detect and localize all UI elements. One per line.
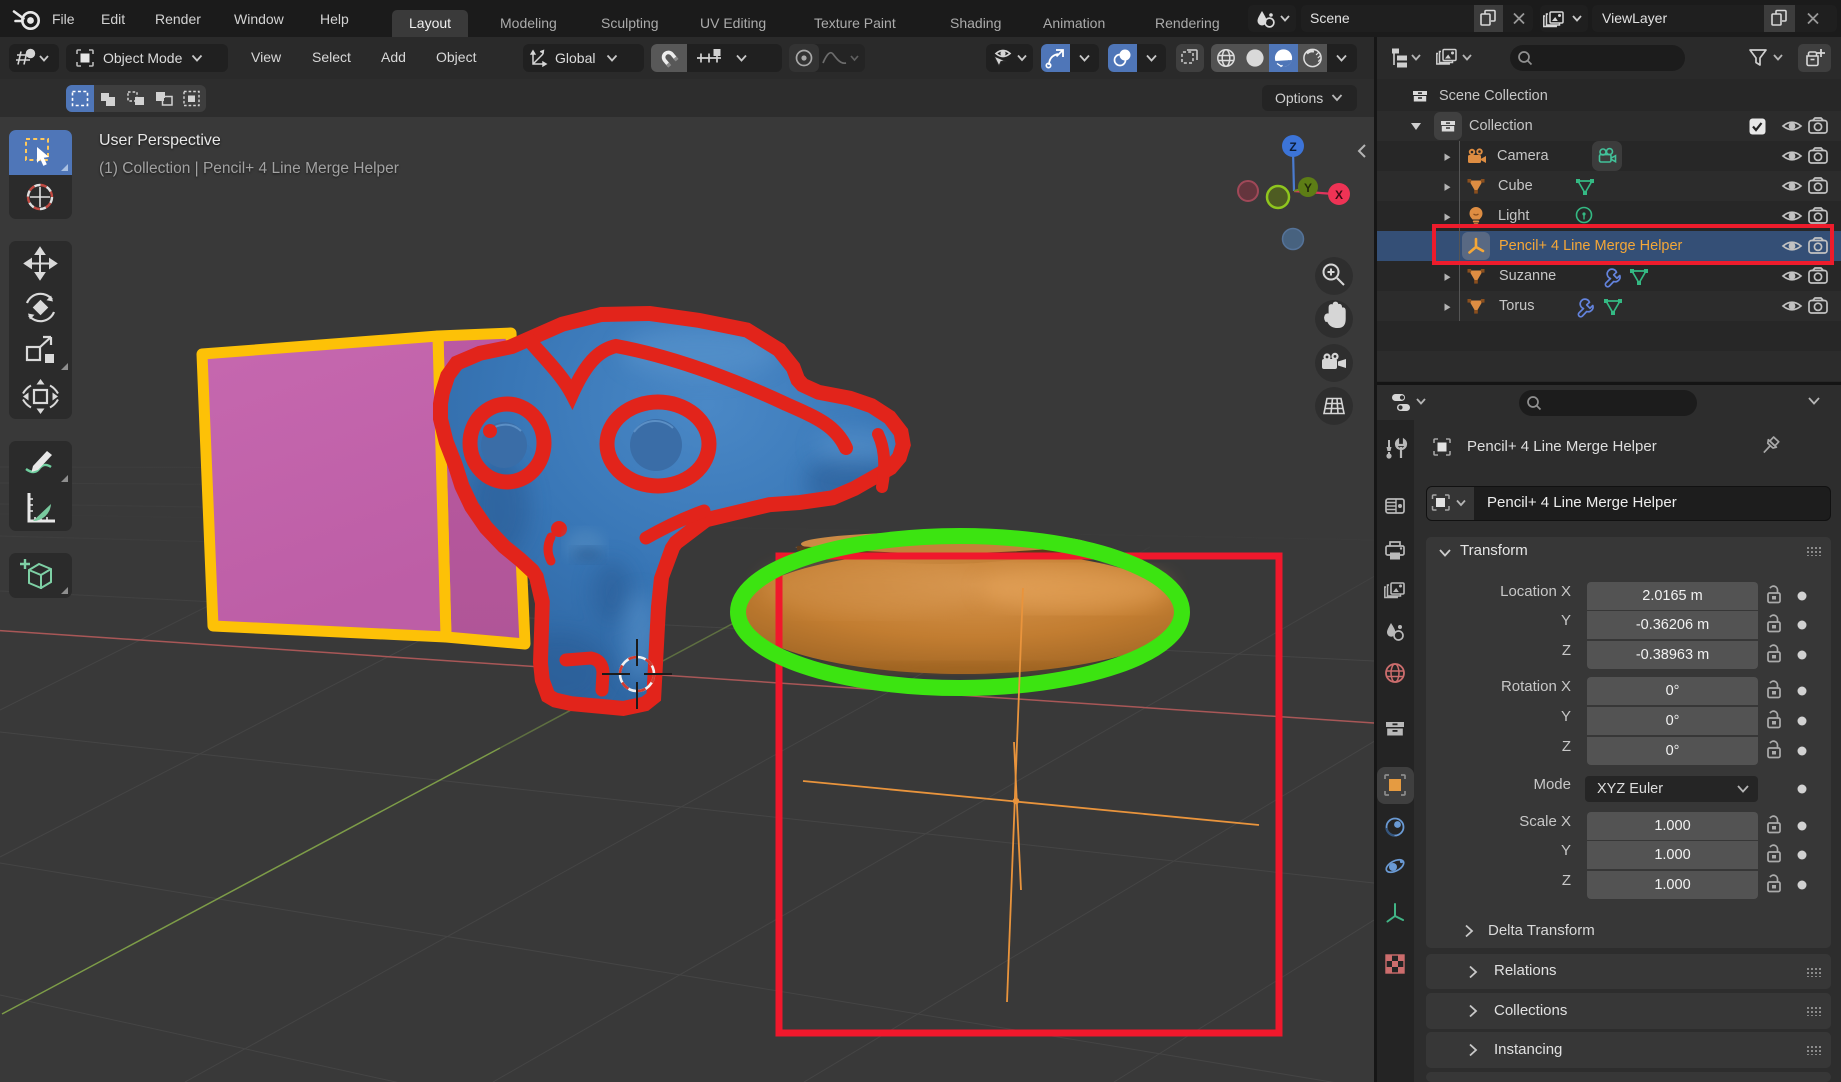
svg-text:Z: Z xyxy=(1289,140,1296,154)
svg-text:X: X xyxy=(1335,188,1343,202)
svg-text:Y: Y xyxy=(1304,181,1312,195)
